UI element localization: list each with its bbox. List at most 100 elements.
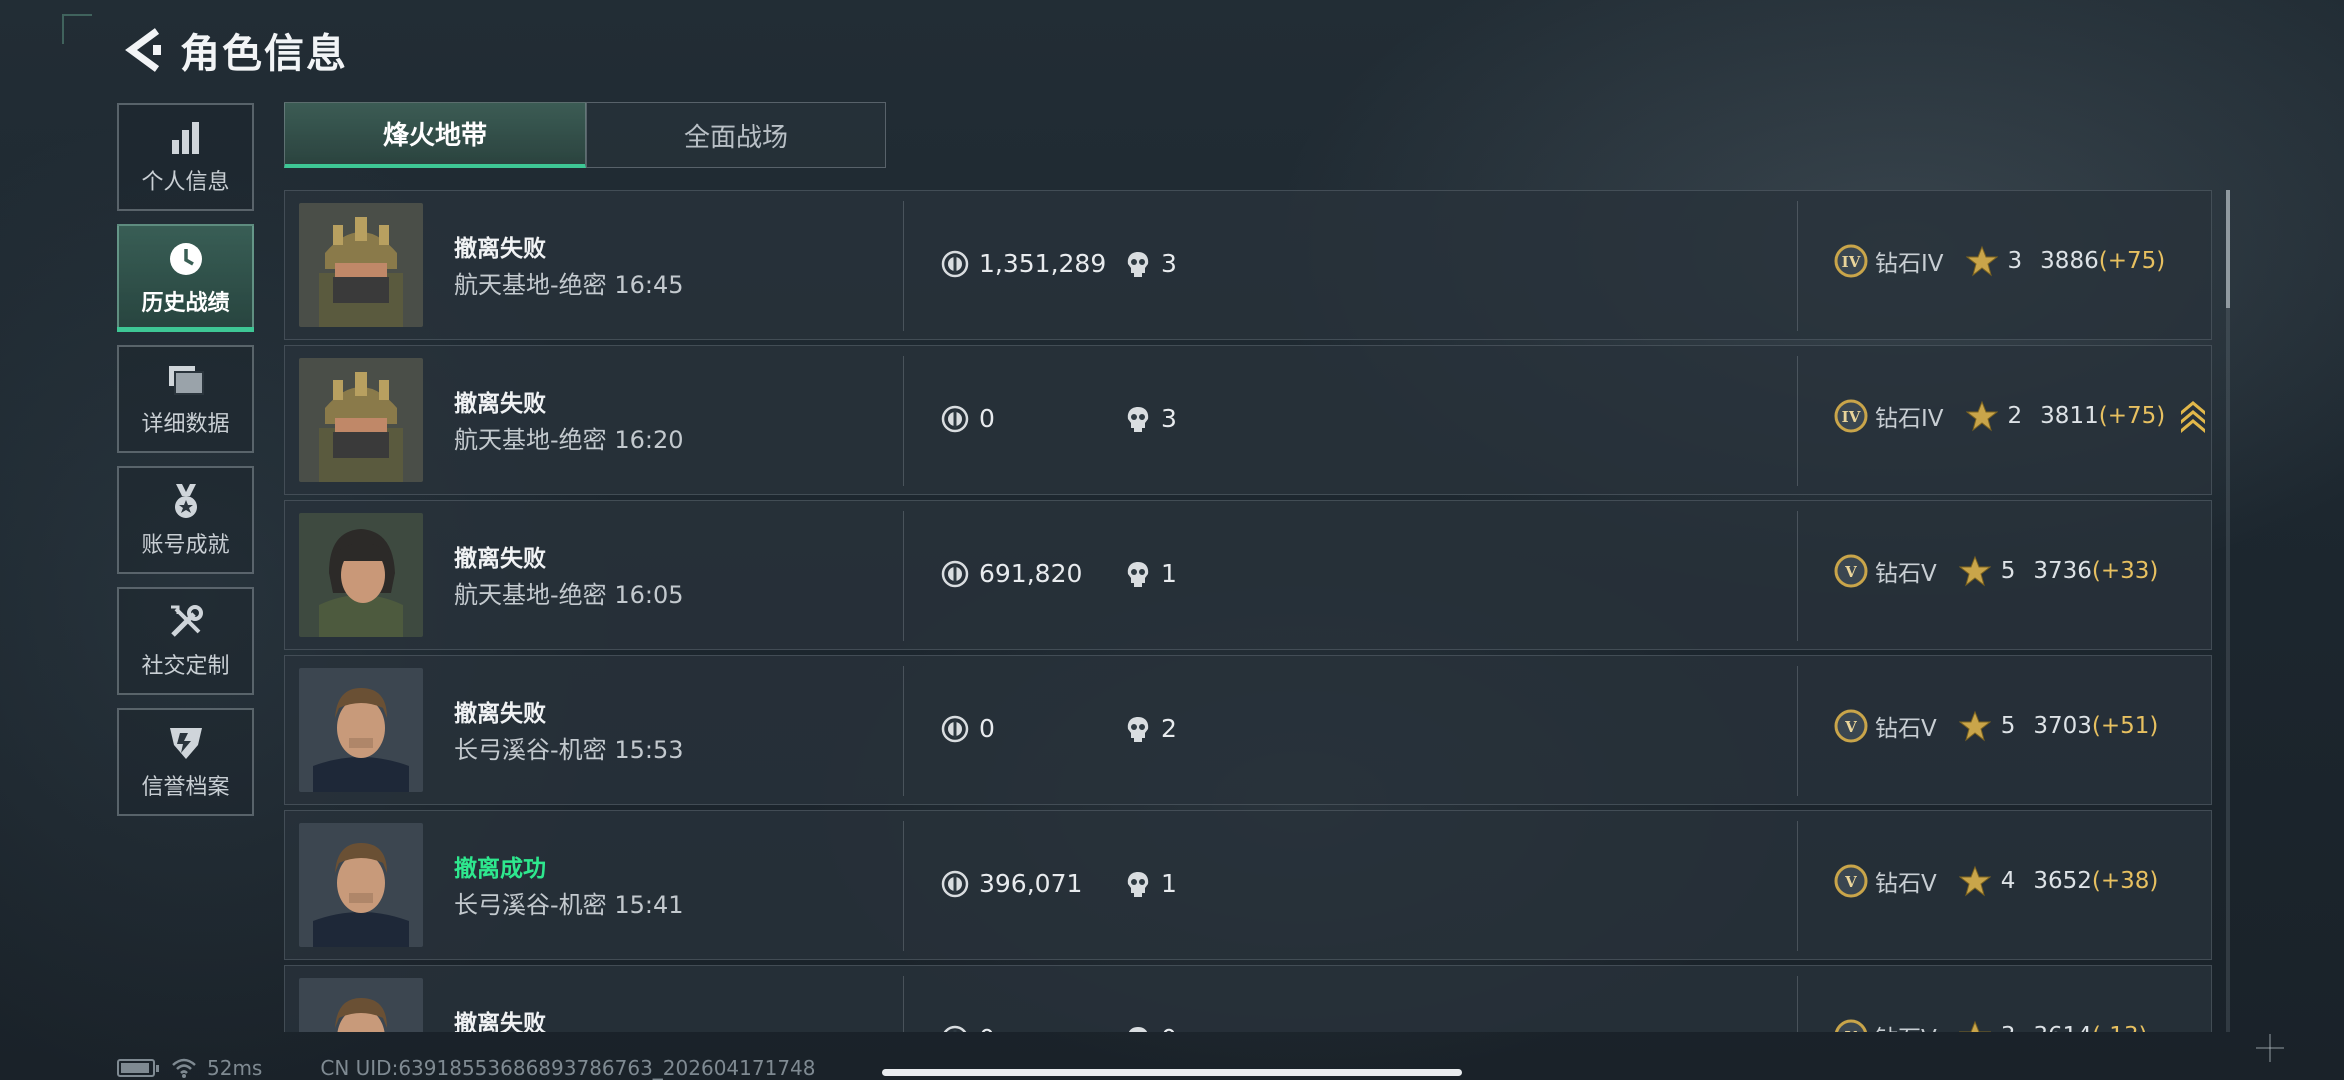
- sidebar-item-label: 信誉档案: [141, 775, 230, 800]
- operator-portrait: [299, 358, 423, 482]
- match-row[interactable]: 撤离成功 长弓溪谷-机密 15:41 396,071 1 V 钻石V 4 365…: [284, 810, 2212, 960]
- rank-score: 3736(+33): [2033, 558, 2158, 584]
- match-row[interactable]: 撤离失败 航天基地-绝密 16:45 1,351,289 3 IV 钻石IV 3…: [284, 190, 2212, 340]
- sidebar-item-label: 个人信息: [141, 170, 230, 195]
- operator-portrait: [299, 823, 423, 947]
- star-icon: [1958, 1020, 1991, 1032]
- score-value: 3886: [2040, 248, 2099, 274]
- rank-name: 钻石IV: [1875, 406, 1944, 432]
- match-list: 撤离失败 航天基地-绝密 16:45 1,351,289 3 IV 钻石IV 3…: [284, 190, 2212, 1032]
- sidebar-item-credit-record[interactable]: 信誉档案: [117, 708, 254, 816]
- kill-count-text: 2: [1161, 714, 1177, 743]
- coin-icon: [941, 870, 969, 897]
- sidebar-item-detailed-data[interactable]: 详细数据: [117, 345, 254, 453]
- kill-count-text: 0: [1161, 1024, 1177, 1032]
- coin-icon: [941, 250, 969, 277]
- star-icon: [1958, 555, 1991, 587]
- rank-up-chevron-icon: [2181, 401, 2206, 433]
- loot-value-text: 691,820: [979, 559, 1083, 588]
- header: 角色信息: [118, 22, 668, 78]
- rank-badge-icon: IV: [1834, 244, 1868, 278]
- sidebar-item-label: 历史战绩: [141, 291, 230, 316]
- bar-chart-icon: [166, 118, 206, 158]
- scroll-thumb[interactable]: [2226, 190, 2230, 308]
- rank-score: 3886(+75): [2040, 248, 2165, 274]
- rank-info: V 钻石V 4 3652(+38): [1833, 863, 2158, 899]
- match-status: 撤离失败: [454, 546, 546, 572]
- score-value: 3703: [2033, 713, 2092, 739]
- star-icon: [1965, 400, 1998, 432]
- match-status: 撤离失败: [454, 236, 546, 262]
- tab-warzone[interactable]: 烽火地带: [284, 102, 586, 168]
- skull-icon: [1128, 1026, 1148, 1032]
- map-name: 长弓溪谷-机密: [454, 891, 607, 919]
- operator-portrait: [299, 978, 423, 1032]
- match-row[interactable]: 撤离失败 航天基地-绝密 16:20 0 3 IV 钻石IV 2 3811(+7…: [284, 345, 2212, 495]
- svg-text:IV: IV: [1842, 408, 1861, 426]
- shield-icon: [166, 723, 206, 763]
- score-delta: (+75): [2098, 403, 2166, 429]
- svg-text:V: V: [1844, 873, 1857, 891]
- match-time: 15:53: [614, 736, 684, 764]
- loot-value: 0: [941, 1024, 995, 1032]
- score-value: 3652: [2033, 868, 2092, 894]
- loot-value: 0: [941, 404, 995, 433]
- loot-value-text: 0: [979, 1024, 995, 1032]
- column-divider: [903, 356, 904, 486]
- crosshair-decoration: [2256, 1034, 2284, 1062]
- loot-value-text: 0: [979, 714, 995, 743]
- match-row[interactable]: 撤离失败 0 0 V 钻石V 3 3614(-13): [284, 965, 2212, 1032]
- sidebar-item-achievements[interactable]: 账号成就: [117, 466, 254, 574]
- match-map-time: 航天基地-绝密 16:05: [454, 575, 683, 610]
- rank-badge-icon: IV: [1834, 399, 1868, 433]
- sidebar-item-label: 详细数据: [141, 412, 230, 437]
- sidebar-item-match-history[interactable]: 历史战绩: [117, 224, 254, 332]
- mode-tabs: 烽火地带 全面战场: [284, 102, 886, 168]
- score-delta: (+38): [2091, 868, 2159, 894]
- back-arrow-icon: [125, 28, 161, 72]
- match-map-time: 航天基地-绝密 16:20: [454, 420, 683, 455]
- star-icon: [1958, 710, 1991, 742]
- match-map-time: 长弓溪谷-机密 15:41: [454, 885, 683, 920]
- clock-icon: [166, 239, 206, 279]
- home-indicator[interactable]: [882, 1069, 1462, 1076]
- loot-value-text: 1,351,289: [979, 249, 1107, 278]
- sidebar: 个人信息 历史战绩 详细数据 账号成就 社交定制 信誉档案: [117, 103, 255, 829]
- loot-value: 0: [941, 714, 995, 743]
- rank-badge-icon: V: [1834, 709, 1868, 743]
- match-time: 16:45: [614, 271, 684, 299]
- match-row[interactable]: 撤离失败 航天基地-绝密 16:05 691,820 1 V 钻石V 5 373…: [284, 500, 2212, 650]
- sidebar-item-personal-info[interactable]: 个人信息: [117, 103, 254, 211]
- column-divider: [903, 511, 904, 641]
- medal-icon: [166, 481, 206, 521]
- match-map-time: 航天基地-绝密 16:45: [454, 265, 683, 300]
- kill-count-text: 3: [1161, 249, 1177, 278]
- scrollbar[interactable]: [2226, 190, 2230, 1032]
- tab-full-battlefield[interactable]: 全面战场: [586, 102, 886, 168]
- score-delta: (+33): [2091, 558, 2159, 584]
- loot-value: 396,071: [941, 869, 1082, 898]
- match-row[interactable]: 撤离失败 长弓溪谷-机密 15:53 0 2 V 钻石V 5 3703(+51): [284, 655, 2212, 805]
- rank-score: 3703(+51): [2033, 713, 2158, 739]
- loot-value: 691,820: [941, 559, 1082, 588]
- coin-icon: [941, 715, 969, 742]
- corner-decoration: [62, 14, 92, 44]
- column-divider: [1797, 201, 1798, 331]
- svg-text:V: V: [1844, 563, 1857, 581]
- score-value: 3811: [2040, 403, 2099, 429]
- loot-value: 1,351,289: [941, 249, 1106, 278]
- sidebar-item-social-custom[interactable]: 社交定制: [117, 587, 254, 695]
- back-button[interactable]: [118, 22, 168, 78]
- rank-name: 钻石V: [1875, 1019, 1937, 1032]
- column-divider: [903, 666, 904, 796]
- match-time: 15:41: [614, 891, 684, 919]
- match-map-time: 长弓溪谷-机密 15:53: [454, 730, 683, 765]
- star-count: 2: [2007, 403, 2023, 429]
- sidebar-item-label: 社交定制: [141, 654, 230, 679]
- rank-info: IV 钻石IV 2 3811(+75): [1833, 398, 2207, 434]
- score-delta: (-13): [2092, 1023, 2148, 1032]
- kill-count: 1: [1125, 869, 1177, 898]
- coin-icon: [941, 405, 969, 432]
- star-icon: [1958, 865, 1991, 897]
- match-time: 16:20: [614, 426, 684, 454]
